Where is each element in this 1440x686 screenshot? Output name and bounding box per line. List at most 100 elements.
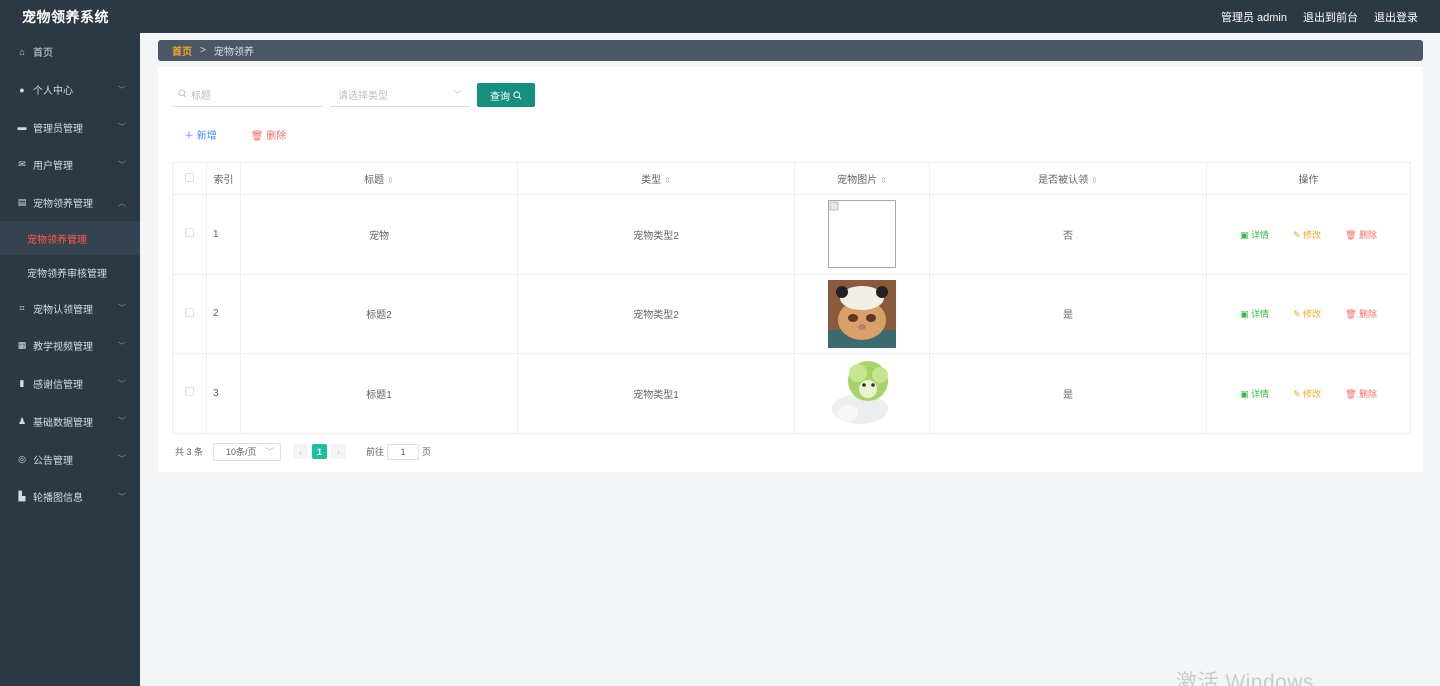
row-checkbox[interactable] (185, 387, 194, 397)
row-select-cell[interactable] (172, 194, 207, 275)
chevron-down-icon: ﹀ (118, 341, 126, 351)
chevron-down-icon: ﹀ (118, 85, 126, 95)
sidebar-item-6[interactable]: ▦ 教学视频管理 ﹀ (0, 327, 140, 365)
front-link[interactable]: 退出到前台 (1303, 9, 1358, 25)
sort-icon[interactable]: ⇕ (1091, 176, 1098, 185)
edit-button[interactable]: ✎ 修改 (1293, 228, 1321, 241)
pencil-icon: ✎ (1293, 388, 1304, 399)
sidebar: ⌂ 首页 ● 个人中心 ﹀ ▬ 管理员管理 ﹀ ✉ 用户管理 ﹀ ▤ 宠物领养管理 ︿ 宠物领养管理 宠物领养… (0, 33, 140, 686)
document-icon: ▣ (1239, 309, 1251, 320)
header-ops-label: 操作 (1298, 175, 1319, 186)
page-number-button[interactable]: 1 (312, 444, 328, 459)
prev-page-button[interactable]: ‹ (293, 444, 309, 459)
logout-link[interactable]: 退出登录 (1374, 9, 1418, 25)
select-all-cell[interactable] (172, 162, 207, 195)
next-page-button[interactable]: › (331, 444, 347, 459)
cell-image (794, 353, 930, 434)
header-image-label: 宠物图片 (837, 175, 878, 186)
cell-index: 1 (206, 194, 241, 275)
row-checkbox[interactable] (185, 228, 194, 238)
header-index-label: 索引 (213, 175, 234, 186)
batch-delete-button[interactable]: 🗑 删除 (251, 127, 286, 142)
chevron-down-icon: ﹀ (118, 416, 126, 426)
trash-icon: 🗑 (1345, 229, 1359, 240)
pencil-icon: ✎ (1293, 229, 1304, 240)
breadcrumb-home[interactable]: 首页 (172, 43, 192, 58)
detail-button[interactable]: ▣ 详情 (1240, 228, 1269, 241)
app-title: 宠物领养系统 (22, 8, 109, 25)
sidebar-item-8[interactable]: ♟ 基础数据管理 ﹀ (0, 403, 140, 441)
sort-icon[interactable]: ⇕ (387, 176, 394, 185)
delete-button[interactable]: 🗑 删除 (1345, 307, 1377, 320)
cell-image (794, 273, 930, 354)
header-claimed-label: 是否被认领 (1038, 175, 1089, 186)
table-row: 3 标题1 宠物类型1 是 ▣ 详情 ✎ 修改 🗑 删除 (172, 353, 1411, 434)
add-button[interactable]: ＋ 新增 (184, 127, 217, 142)
header-type[interactable]: 类型 ⇕ (517, 162, 795, 195)
sidebar-item-2[interactable]: ▬ 管理员管理 ﹀ (0, 108, 140, 146)
sidebar-item-3[interactable]: ✉ 用户管理 ﹀ (0, 146, 140, 184)
delete-button[interactable]: 🗑 删除 (1345, 387, 1377, 400)
person-icon: ♟ (17, 415, 27, 426)
delete-label: 删除 (1359, 388, 1378, 399)
sidebar-subitem-0[interactable]: 宠物领养管理 (0, 221, 140, 256)
cell-claimed: 否 (929, 194, 1207, 275)
type-placeholder: 请选择类型 (338, 91, 388, 102)
delete-label: 删除 (266, 130, 287, 142)
sort-icon[interactable]: ⇕ (664, 176, 671, 185)
chevron-down-icon: ﹀ (118, 454, 126, 464)
cell-index: 2 (206, 273, 241, 354)
search-bar: 标题 请选择类型 ﹀ 查询 (172, 83, 1409, 107)
sidebar-item-0[interactable]: ⌂ 首页 (0, 33, 140, 71)
sidebar-item-9[interactable]: ◎ 公告管理 ﹀ (0, 440, 140, 478)
cell-title: 标题2 (240, 273, 518, 354)
header-image[interactable]: 宠物图片 ⇕ (794, 162, 930, 195)
edit-button[interactable]: ✎ 修改 (1293, 307, 1321, 320)
sidebar-item-1[interactable]: ● 个人中心 ﹀ (0, 71, 140, 109)
goto-page-input[interactable]: 1 (387, 443, 420, 460)
image-icon: ▙ (18, 491, 26, 502)
row-select-cell[interactable] (172, 353, 207, 434)
broken-image-icon (828, 200, 896, 269)
edit-button[interactable]: ✎ 修改 (1293, 387, 1321, 400)
row-select-cell[interactable] (172, 273, 207, 354)
breadcrumb: 首页 > 宠物领养 (158, 40, 1423, 61)
header-claimed[interactable]: 是否被认领 ⇕ (929, 162, 1207, 195)
page-size-select[interactable]: 10条/页 ﹀ (213, 442, 282, 461)
header-title[interactable]: 标题 ⇕ (240, 162, 518, 195)
breadcrumb-separator: > (200, 45, 206, 56)
sort-icon[interactable]: ⇕ (880, 176, 887, 185)
cell-ops: ▣ 详情 ✎ 修改 🗑 删除 (1206, 353, 1411, 434)
select-all-checkbox[interactable] (185, 172, 194, 182)
sidebar-item-7[interactable]: ▮ 感谢信管理 ﹀ (0, 365, 140, 403)
delete-button[interactable]: 🗑 删除 (1345, 228, 1377, 241)
edit-label: 修改 (1303, 388, 1322, 399)
chevron-down-icon: ﹀ (118, 379, 126, 389)
sidebar-subitem-1[interactable]: 宠物领养审核管理 (0, 255, 140, 289)
sidebar-item-10[interactable]: ▙ 轮播图信息 ﹀ (0, 478, 140, 516)
crop-icon: ⌗ (19, 302, 25, 313)
cell-title: 宠物 (240, 194, 518, 275)
cell-type: 宠物类型2 (517, 273, 795, 354)
sidebar-item-label: 管理员管理 (33, 123, 83, 135)
chevron-down-icon: ﹀ (118, 122, 126, 132)
detail-button[interactable]: ▣ 详情 (1240, 387, 1269, 400)
sidebar-item-label: 用户管理 (33, 161, 73, 173)
cell-type: 宠物类型1 (517, 353, 795, 434)
query-button[interactable]: 查询 (477, 83, 535, 107)
sidebar-item-label: 首页 (33, 48, 53, 60)
title-search-input[interactable]: 标题 (172, 83, 322, 107)
cell-title: 标题1 (240, 353, 518, 434)
chevron-down-icon: ﹀ (452, 90, 462, 100)
sidebar-item-4[interactable]: ▤ 宠物领养管理 ︿ (0, 184, 140, 222)
detail-button[interactable]: ▣ 详情 (1240, 307, 1269, 320)
admin-label: 管理员 admin (1220, 11, 1287, 24)
sidebar-item-5[interactable]: ⌗ 宠物认领管理 ﹀ (0, 289, 140, 327)
globe-icon: ◎ (18, 453, 26, 464)
cell-claimed: 是 (929, 353, 1207, 434)
type-select[interactable]: 请选择类型 ﹀ (330, 83, 470, 107)
row-checkbox[interactable] (185, 307, 194, 317)
breadcrumb-current: 宠物领养 (213, 47, 254, 58)
clipboard-icon: ▤ (17, 197, 27, 208)
total-count: 共 3 条 (175, 447, 204, 457)
